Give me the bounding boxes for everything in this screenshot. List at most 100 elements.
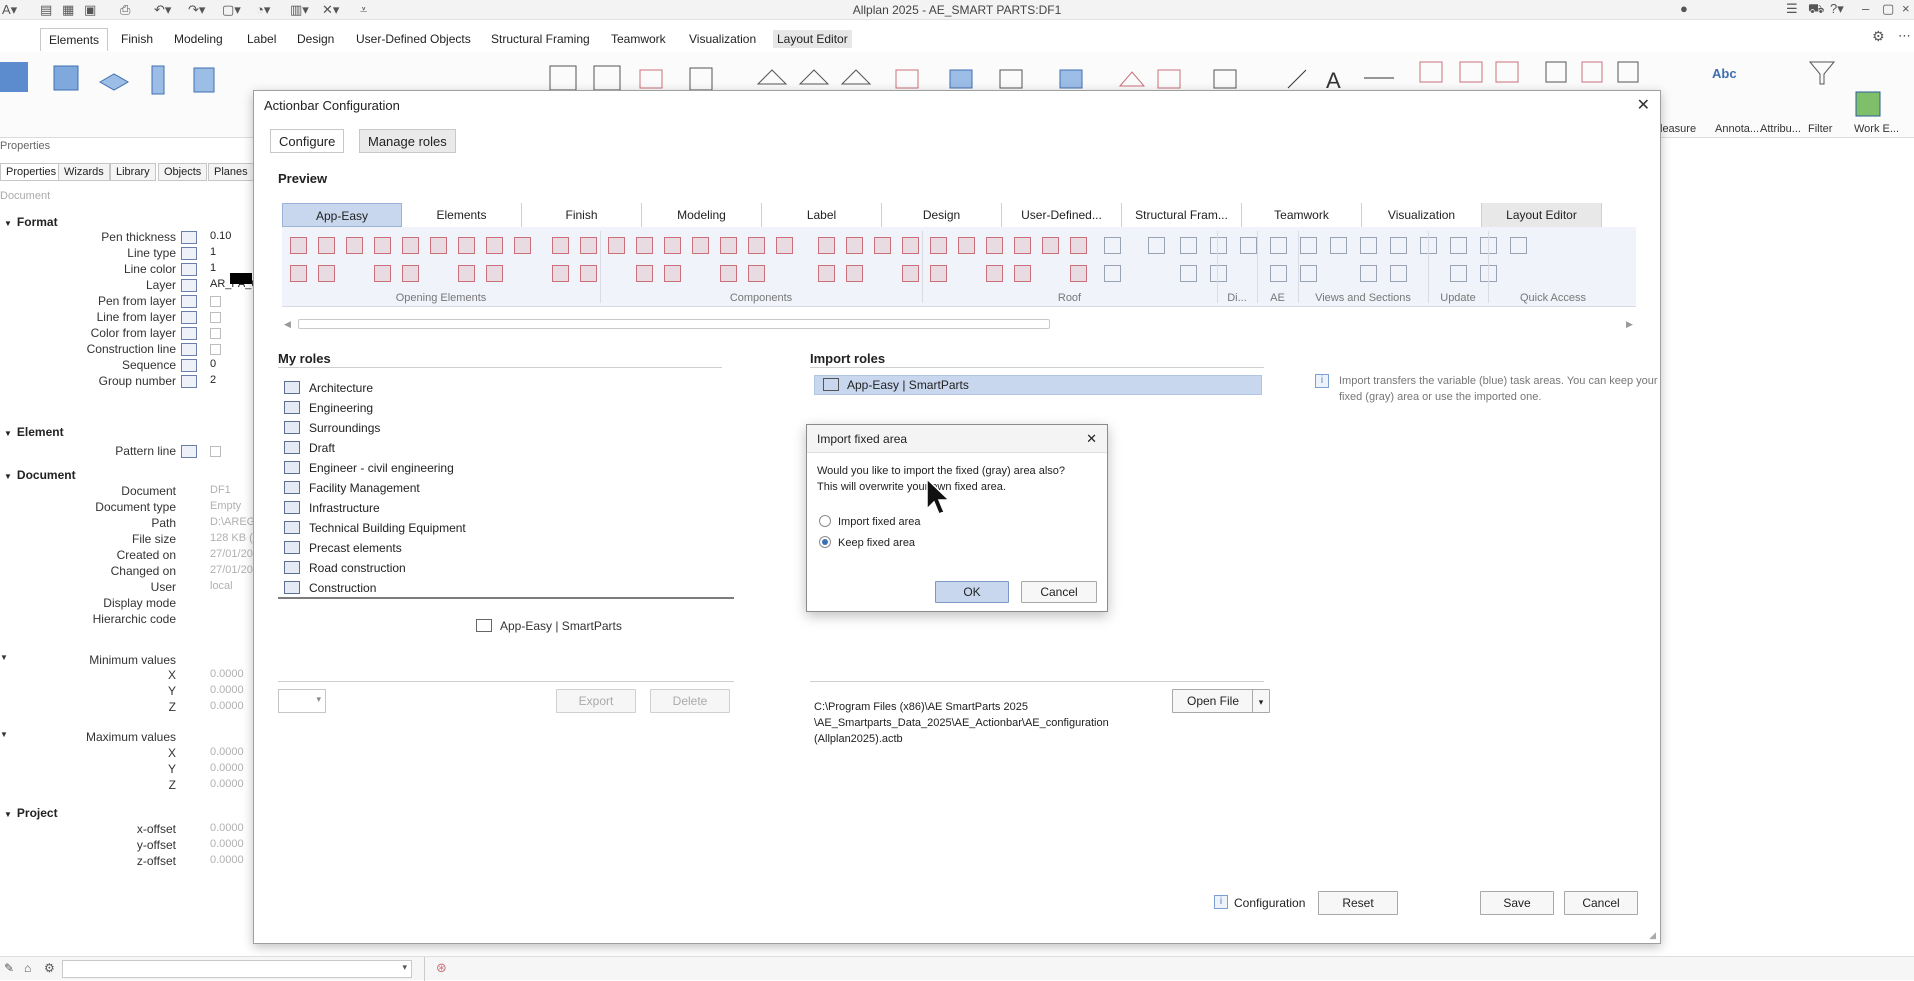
preview-tool-icon[interactable] — [720, 237, 737, 254]
ribbon-tab-teamwork[interactable]: Teamwork — [607, 30, 670, 48]
property-value[interactable]: 27/01/20 — [210, 564, 253, 576]
ptab-objects[interactable]: Objects — [158, 163, 208, 181]
property-value[interactable]: DF1 — [210, 484, 231, 496]
preview-tool-icon[interactable] — [402, 265, 419, 282]
tab-configure[interactable]: Configure — [270, 129, 345, 153]
property-icon[interactable] — [181, 327, 197, 340]
ptab-wizards[interactable]: Wizards — [58, 163, 110, 181]
preview-tool-icon[interactable] — [346, 237, 363, 254]
preview-tool-icon[interactable] — [1104, 237, 1121, 254]
preview-tool-icon[interactable] — [1014, 265, 1031, 282]
tab-manage-roles[interactable]: Manage roles — [359, 129, 456, 153]
property-value[interactable]: 128 KB ( — [210, 532, 253, 544]
preview-tool-icon[interactable] — [552, 237, 569, 254]
preview-tool-icon[interactable] — [1390, 237, 1407, 254]
preview-tool-icon[interactable] — [1300, 237, 1317, 254]
preview-tool-icon[interactable] — [608, 237, 625, 254]
role-item[interactable]: Facility Management — [284, 481, 420, 499]
preview-tab-design[interactable]: Design — [882, 203, 1002, 227]
preview-tab-structural[interactable]: Structural Fram... — [1122, 203, 1242, 227]
preview-tool-icon[interactable] — [402, 237, 419, 254]
preview-tab-label[interactable]: Label — [762, 203, 882, 227]
preview-tool-icon[interactable] — [1180, 237, 1197, 254]
preview-tool-icon[interactable] — [552, 265, 569, 282]
property-value[interactable]: 0.0000 — [210, 854, 244, 866]
export-button[interactable]: Export — [556, 689, 636, 713]
role-item[interactable]: Architecture — [284, 381, 373, 399]
preview-tool-icon[interactable] — [514, 237, 531, 254]
preview-tool-icon[interactable] — [1210, 237, 1227, 254]
ribbon-tab-finish[interactable]: Finish — [117, 30, 157, 48]
more-icon[interactable]: ⋯ — [1898, 28, 1911, 44]
command-input[interactable]: ▾ — [62, 960, 412, 978]
preview-tool-icon[interactable] — [930, 265, 947, 282]
cart-icon[interactable]: ⛟ — [1808, 1, 1824, 19]
property-value[interactable]: Empty — [210, 500, 241, 512]
preview-tab-modeling[interactable]: Modeling — [642, 203, 762, 227]
preview-tool-icon[interactable] — [290, 265, 307, 282]
preview-tool-icon[interactable] — [1300, 265, 1317, 282]
gear-icon[interactable]: ⚙ — [1872, 28, 1885, 45]
minimize-icon[interactable]: – — [1862, 1, 1869, 16]
property-icon[interactable] — [181, 311, 197, 324]
preview-tool-icon[interactable] — [430, 237, 447, 254]
property-value[interactable]: 0.0000 — [210, 838, 244, 850]
preview-tool-icon[interactable] — [1180, 265, 1197, 282]
preview-tool-icon[interactable] — [846, 237, 863, 254]
property-checkbox[interactable] — [210, 296, 221, 307]
preview-tab-elements[interactable]: Elements — [402, 203, 522, 227]
ribbon-tab-structural[interactable]: Structural Framing — [487, 30, 594, 48]
preview-tool-icon[interactable] — [846, 265, 863, 282]
preview-tool-icon[interactable] — [958, 237, 975, 254]
property-checkbox[interactable] — [210, 446, 221, 457]
scroll-left-icon[interactable]: ◀ — [284, 319, 291, 330]
preview-tool-icon[interactable] — [930, 237, 947, 254]
property-value[interactable]: 0.0000 — [210, 822, 244, 834]
role-item[interactable]: Precast elements — [284, 541, 402, 559]
preview-tool-icon[interactable] — [1014, 237, 1031, 254]
scroll-right-icon[interactable]: ▶ — [1626, 319, 1633, 330]
preview-tool-icon[interactable] — [986, 237, 1003, 254]
preview-tab-app-easy[interactable]: App-Easy — [282, 203, 402, 227]
preview-tab-visualization[interactable]: Visualization — [1362, 203, 1482, 227]
preview-tool-icon[interactable] — [1148, 237, 1165, 254]
preview-tool-icon[interactable] — [580, 237, 597, 254]
radio-import-fixed-area[interactable]: Import fixed area — [819, 515, 921, 528]
preview-tool-icon[interactable] — [636, 237, 653, 254]
delete-button[interactable]: Delete — [650, 689, 730, 713]
property-icon[interactable] — [181, 375, 197, 388]
property-value[interactable]: 0.0000 — [210, 746, 244, 758]
preview-tool-icon[interactable] — [486, 237, 503, 254]
property-icon[interactable] — [181, 359, 197, 372]
preview-tool-icon[interactable] — [776, 237, 793, 254]
preview-scrollbar[interactable] — [298, 319, 1050, 329]
property-value[interactable]: 2 — [210, 374, 216, 386]
section-project[interactable]: ▼ Project — [4, 806, 58, 820]
close-icon[interactable]: ✕ — [1637, 95, 1650, 115]
role-item[interactable]: Technical Building Equipment — [284, 521, 466, 539]
preview-tool-icon[interactable] — [902, 265, 919, 282]
preview-tool-icon[interactable] — [664, 265, 681, 282]
property-value[interactable]: D:\AREG — [210, 516, 255, 528]
roles-splitter[interactable] — [278, 597, 734, 599]
preview-tool-icon[interactable] — [1104, 265, 1121, 282]
property-checkbox[interactable] — [210, 328, 221, 339]
menu-icon[interactable]: ☰ — [1786, 1, 1798, 17]
preview-tool-icon[interactable] — [318, 237, 335, 254]
preview-tab-layout-editor[interactable]: Layout Editor — [1482, 203, 1602, 227]
property-icon[interactable] — [181, 445, 197, 458]
preview-tool-icon[interactable] — [748, 265, 765, 282]
property-value[interactable]: 0 — [210, 358, 216, 370]
preview-tool-icon[interactable] — [1070, 237, 1087, 254]
preview-tool-icon[interactable] — [1070, 265, 1087, 282]
role-item[interactable]: Draft — [284, 441, 335, 459]
max-values-label[interactable]: ▼ Maximum values — [0, 730, 176, 744]
property-checkbox[interactable] — [210, 344, 221, 355]
save-button[interactable]: Save — [1480, 891, 1554, 915]
resize-grip-icon[interactable]: ◢ — [1649, 930, 1656, 941]
preview-tool-icon[interactable] — [458, 237, 475, 254]
reset-button[interactable]: Reset — [1318, 891, 1398, 915]
role-actions-dropdown[interactable]: ▾ — [278, 689, 326, 713]
property-icon[interactable] — [181, 295, 197, 308]
property-value[interactable]: 0.0000 — [210, 700, 244, 712]
